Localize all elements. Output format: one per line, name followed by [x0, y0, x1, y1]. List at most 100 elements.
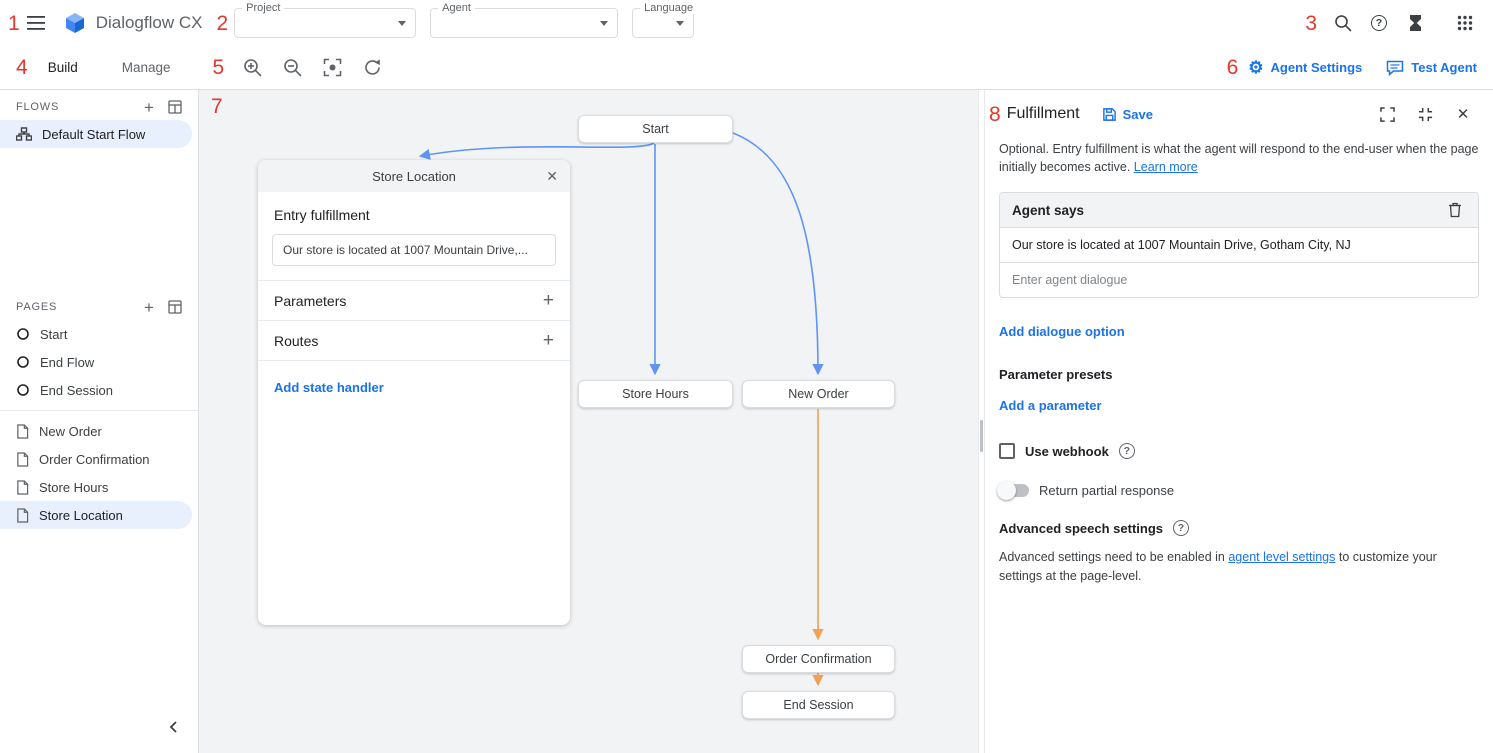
add-state-handler-link[interactable]: Add state handler	[274, 380, 384, 395]
language-select[interactable]: Language	[632, 8, 694, 38]
note-text-pre: Advanced settings need to be enabled in	[999, 550, 1225, 564]
edge-start-to-new-order	[733, 133, 818, 373]
sidebar-item-end-session[interactable]: End Session	[0, 376, 198, 404]
sidebar-item-start[interactable]: Start	[0, 320, 198, 348]
advanced-speech-settings-label: Advanced speech settings	[999, 521, 1163, 536]
return-partial-response-label: Return partial response	[1039, 483, 1174, 498]
resize-grip[interactable]	[980, 420, 983, 452]
add-parameter-icon[interactable]: +	[543, 291, 554, 310]
flow-item-label: Default Start Flow	[42, 127, 145, 142]
page-item-label: Store Location	[39, 508, 123, 523]
sidebar-item-end-flow[interactable]: End Flow	[0, 348, 198, 376]
help-icon[interactable]: ?	[1173, 520, 1189, 536]
apps-grid-icon	[1457, 15, 1473, 31]
dialogflow-cx-app: 1 Dialogflow CX 2 Project Agent Language…	[0, 0, 1493, 753]
sidebar-item-new-order[interactable]: New Order	[0, 417, 198, 445]
page-item-label: Store Hours	[39, 480, 108, 495]
page-item-label: Start	[40, 327, 67, 342]
page-item-label: New Order	[39, 424, 102, 439]
help-button[interactable]: ?	[1363, 7, 1395, 39]
agent-select[interactable]: Agent	[430, 8, 618, 38]
save-icon	[1102, 107, 1117, 122]
grid-view-icon	[168, 100, 182, 114]
node-end-session[interactable]: End Session	[742, 691, 895, 719]
hourglass-button[interactable]	[1399, 7, 1431, 39]
sidebar-item-store-hours[interactable]: Store Hours	[0, 473, 198, 501]
exit-fullscreen-button[interactable]	[1409, 98, 1441, 130]
zoom-in-button[interactable]	[236, 52, 268, 84]
language-select-label: Language	[640, 2, 697, 14]
app-title: Dialogflow CX	[96, 13, 203, 33]
fullscreen-button[interactable]	[1371, 98, 1403, 130]
state-handler-section: Add state handler	[258, 360, 570, 415]
center-focus-button[interactable]	[316, 52, 348, 84]
annotation-5: 5	[213, 57, 225, 78]
top-header: 1 Dialogflow CX 2 Project Agent Language…	[0, 0, 1493, 46]
apps-grid-button[interactable]	[1449, 7, 1481, 39]
agent-says-message[interactable]: Our store is located at 1007 Mountain Dr…	[1000, 227, 1478, 262]
zoom-out-button[interactable]	[276, 52, 308, 84]
fulfillment-panel: 8 Fulfillment Save ✕ Optional. Entry ful…	[985, 90, 1493, 753]
entry-fulfillment-text[interactable]: Our store is located at 1007 Mountain Dr…	[272, 234, 556, 266]
page-icon	[16, 424, 29, 439]
sidebar-item-store-location[interactable]: Store Location	[0, 501, 192, 529]
add-dialogue-option-link[interactable]: Add dialogue option	[999, 324, 1125, 339]
save-button[interactable]: Save	[1102, 107, 1153, 122]
node-start[interactable]: Start	[578, 115, 733, 143]
toggle-knob	[997, 481, 1016, 500]
test-agent-label: Test Agent	[1411, 60, 1477, 75]
project-select[interactable]: Project	[234, 8, 416, 38]
exit-fullscreen-icon	[1418, 107, 1433, 122]
grid-view-icon	[168, 300, 182, 314]
test-agent-button[interactable]: Test Agent	[1386, 60, 1477, 76]
pages-grid-view-button[interactable]	[162, 294, 188, 320]
plus-icon: +	[144, 299, 154, 316]
menu-button[interactable]	[20, 7, 52, 39]
tab-manage[interactable]: Manage	[108, 46, 185, 90]
store-location-card-header[interactable]: Store Location ✕	[258, 160, 570, 192]
panel-resize-handle[interactable]	[978, 90, 985, 753]
page-item-label: End Session	[40, 383, 113, 398]
circle-icon	[16, 355, 30, 369]
add-a-parameter-link[interactable]: Add a parameter	[999, 398, 1102, 413]
sidebar-item-default-start-flow[interactable]: Default Start Flow	[0, 120, 192, 148]
flow-icon	[16, 127, 32, 142]
agent-settings-button[interactable]: ⚙ Agent Settings	[1248, 59, 1362, 76]
parameters-row[interactable]: Parameters +	[258, 280, 570, 320]
node-new-order[interactable]: New Order	[742, 380, 895, 408]
use-webhook-row: Use webhook ?	[999, 443, 1479, 459]
delete-agent-says-button[interactable]	[1444, 200, 1466, 220]
hourglass-icon	[1409, 15, 1422, 31]
tab-build[interactable]: Build	[34, 46, 92, 90]
close-icon[interactable]: ✕	[546, 160, 558, 192]
agent-level-settings-link[interactable]: agent level settings	[1228, 550, 1335, 564]
learn-more-link[interactable]: Learn more	[1134, 160, 1198, 174]
node-store-hours[interactable]: Store Hours	[578, 380, 733, 408]
reset-zoom-button[interactable]	[356, 52, 388, 84]
add-page-button[interactable]: +	[136, 294, 162, 320]
annotation-6: 6	[1227, 57, 1239, 78]
flows-grid-view-button[interactable]	[162, 94, 188, 120]
annotation-3: 3	[1305, 13, 1317, 34]
help-icon[interactable]: ?	[1119, 443, 1135, 459]
gear-icon: ⚙	[1248, 59, 1263, 76]
return-partial-response-toggle[interactable]	[999, 484, 1029, 497]
center-focus-icon	[323, 58, 342, 77]
dialogue-input[interactable]	[1000, 263, 1478, 297]
node-order-confirmation[interactable]: Order Confirmation	[742, 645, 895, 673]
agent-says-card: Agent says Our store is located at 1007 …	[999, 192, 1479, 298]
card-title: Store Location	[372, 169, 456, 184]
sidebar-item-order-confirmation[interactable]: Order Confirmation	[0, 445, 198, 473]
chevron-left-icon	[166, 719, 182, 735]
use-webhook-checkbox[interactable]	[999, 443, 1015, 459]
trash-icon	[1448, 202, 1462, 218]
add-route-icon[interactable]: +	[543, 331, 554, 350]
add-flow-button[interactable]: +	[136, 94, 162, 120]
close-panel-button[interactable]: ✕	[1447, 98, 1479, 130]
collapse-sidebar-button[interactable]	[158, 711, 190, 743]
flow-canvas[interactable]: 7 Start Store Hours New Order Order Conf…	[199, 90, 978, 753]
routes-row[interactable]: Routes +	[258, 320, 570, 360]
fullscreen-icon	[1380, 107, 1395, 122]
plus-icon: +	[144, 99, 154, 116]
search-button[interactable]	[1327, 7, 1359, 39]
